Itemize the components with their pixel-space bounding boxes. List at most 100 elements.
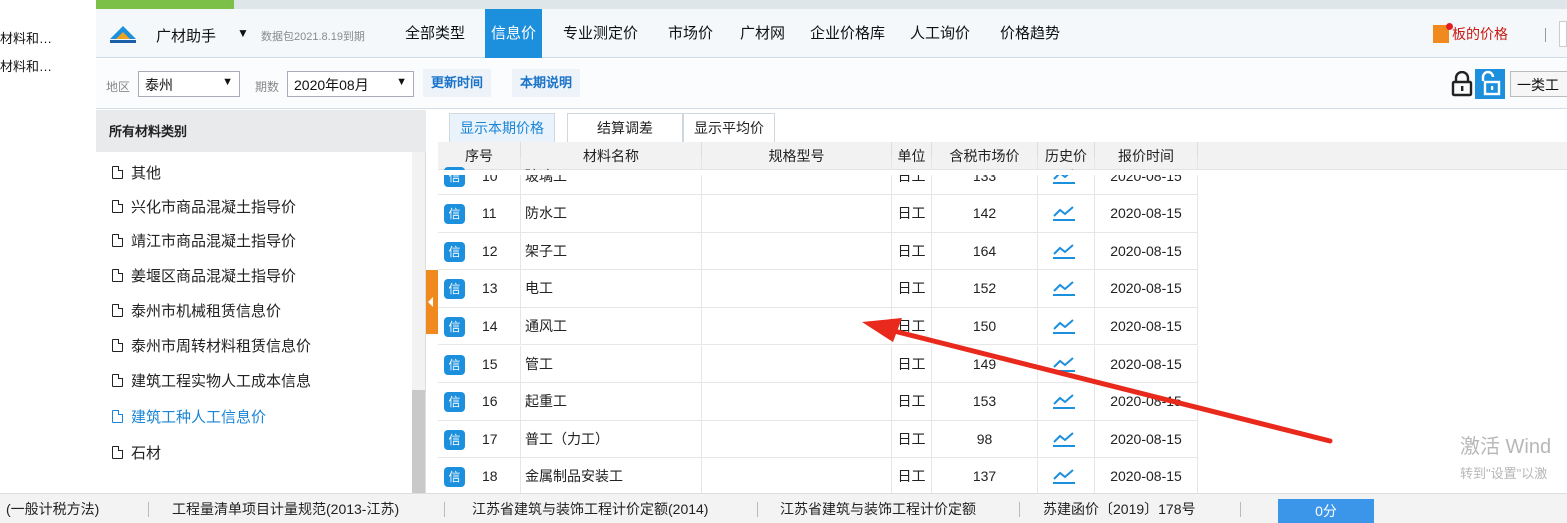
info-badge-icon: 信 xyxy=(444,316,465,337)
trend-chart-icon[interactable] xyxy=(1052,431,1076,447)
menu-market-price[interactable]: 市场价 xyxy=(662,9,719,58)
material-name: 防水工 xyxy=(521,195,702,233)
unit-cell: 日工 xyxy=(892,307,932,345)
menu-guangcai-net[interactable]: 广材网 xyxy=(734,9,791,58)
status-item[interactable]: 江苏省建筑与装饰工程计价定额(2014) xyxy=(472,494,708,523)
lock-icon[interactable] xyxy=(1450,71,1474,97)
menu-price-trend[interactable]: 价格趋势 xyxy=(994,9,1066,58)
row-no: 15 xyxy=(482,355,498,372)
left-strip-item[interactable]: 材料和… xyxy=(0,56,52,75)
table-row[interactable]: 信 16 起重工 日工 153 2020-08-15 xyxy=(438,383,1198,421)
row-no: 17 xyxy=(482,430,498,447)
active-window-tab[interactable] xyxy=(96,0,234,9)
chevron-down-icon: ▼ xyxy=(222,76,233,88)
category-item-selected[interactable]: 建筑工种人工信息价 xyxy=(112,406,266,427)
category-item[interactable]: 泰州市周转材料租赁信息价 xyxy=(112,335,311,356)
category-item[interactable]: 其他 xyxy=(112,162,161,183)
scrollbar-thumb[interactable] xyxy=(412,390,425,493)
region-select[interactable]: 泰州 ▼ xyxy=(138,71,240,97)
trend-chart-icon[interactable] xyxy=(1052,356,1076,372)
table-row[interactable]: 信 12 架子工 日工 164 2020-08-15 xyxy=(438,232,1198,271)
menu-all-types[interactable]: 全部类型 xyxy=(399,9,471,58)
unit-cell: 日工 xyxy=(892,270,932,308)
date-cell: 2020-08-15 xyxy=(1095,232,1198,270)
menu-info-price[interactable]: 信息价 xyxy=(485,9,543,58)
category-item[interactable]: 泰州市机械租赁信息价 xyxy=(112,300,281,321)
tab-average-price[interactable]: 显示平均价 xyxy=(683,113,775,142)
info-badge-icon: 信 xyxy=(444,204,465,225)
unlock-button[interactable] xyxy=(1475,69,1505,99)
status-item[interactable]: 江苏省建筑与装饰工程计价定额 xyxy=(780,494,976,523)
overflow-control[interactable] xyxy=(1559,21,1567,47)
table-row[interactable]: 信 17 普工（力工） 日工 98 2020-08-15 xyxy=(438,420,1198,459)
table-row[interactable]: 信 14 通风工 日工 150 2020-08-15 xyxy=(438,307,1198,346)
document-icon xyxy=(112,166,123,179)
divider xyxy=(148,502,149,517)
trend-chart-icon[interactable] xyxy=(1052,318,1076,334)
category-item[interactable]: 靖江市商品混凝土指导价 xyxy=(112,230,296,251)
category-item[interactable]: 姜堰区商品混凝土指导价 xyxy=(112,265,296,286)
trend-chart-icon[interactable] xyxy=(1052,205,1076,222)
table-row[interactable]: 信 11 防水工 日工 142 2020-08-15 xyxy=(438,195,1198,233)
row-no: 12 xyxy=(482,242,498,259)
table-row[interactable]: 信 10 玻璃工 日工 133 2020-08-15 xyxy=(438,157,1198,195)
price-cell: 137 xyxy=(932,458,1038,496)
category-button[interactable]: 一类工 xyxy=(1510,71,1567,97)
history-cell xyxy=(1038,345,1095,383)
trend-chart-icon[interactable] xyxy=(1052,243,1076,259)
promo-link[interactable]: 板的价格 xyxy=(1433,23,1508,44)
category-item[interactable]: 兴化市商品混凝土指导价 xyxy=(112,196,296,217)
row-no: 10 xyxy=(482,167,498,184)
document-icon xyxy=(112,410,123,423)
chevron-down-icon[interactable]: ▼ xyxy=(237,26,249,40)
trend-chart-icon[interactable] xyxy=(1052,468,1076,485)
category-panel-title: 所有材料类别 xyxy=(96,110,426,152)
app-name[interactable]: 广材助手 xyxy=(156,25,216,46)
info-badge-icon: 信 xyxy=(444,241,465,262)
trend-chart-icon[interactable] xyxy=(1052,393,1076,410)
status-item[interactable]: 工程量清单项目计量规范(2013-江苏) xyxy=(172,494,399,523)
period-note-button[interactable]: 本期说明 xyxy=(512,69,581,97)
document-icon xyxy=(112,200,123,213)
menu-manual-inquiry[interactable]: 人工询价 xyxy=(904,9,976,58)
filter-bar: 地区 泰州 ▼ 期数 2020年08月 ▼ 更新时间 本期说明 一类工 xyxy=(96,59,1567,109)
left-strip-item[interactable]: 材料和… xyxy=(0,28,52,47)
status-item[interactable]: 苏建函价〔2019〕178号 xyxy=(1043,494,1196,523)
spec-cell xyxy=(702,307,892,345)
menu-professional-price[interactable]: 专业测定价 xyxy=(557,9,644,58)
table-row[interactable]: 信 15 管工 日工 149 2020-08-15 xyxy=(438,345,1198,383)
info-badge-icon: 信 xyxy=(444,354,465,375)
table-row[interactable]: 信 13 电工 日工 152 2020-08-15 xyxy=(438,270,1198,308)
unit-cell: 日工 xyxy=(892,232,932,270)
period-label: 期数 xyxy=(255,80,280,94)
collapse-panel-button[interactable] xyxy=(426,270,438,334)
divider xyxy=(1019,502,1020,517)
trend-chart-icon[interactable] xyxy=(1052,280,1076,297)
table-row[interactable]: 信 18 金属制品安装工 日工 137 2020-08-15 xyxy=(438,458,1198,496)
info-badge-icon: 信 xyxy=(444,467,465,488)
info-badge-icon: 信 xyxy=(444,392,465,413)
status-item[interactable]: (一般计税方法) xyxy=(6,494,99,523)
date-cell: 2020-08-15 xyxy=(1095,195,1198,233)
row-no-cell: 信 12 xyxy=(438,232,521,270)
document-icon xyxy=(112,339,123,352)
update-time-button[interactable]: 更新时间 xyxy=(423,69,492,97)
period-select[interactable]: 2020年08月 ▼ xyxy=(287,71,414,97)
history-cell xyxy=(1038,458,1095,496)
score-badge[interactable]: 0分 xyxy=(1278,499,1374,523)
category-item[interactable]: 石材 xyxy=(112,442,161,463)
row-no-cell: 信 14 xyxy=(438,307,521,345)
unit-cell: 日工 xyxy=(892,157,932,195)
price-cell: 152 xyxy=(932,270,1038,308)
chevron-down-icon: ▼ xyxy=(396,76,407,88)
tab-settlement-adjust[interactable]: 结算调差 xyxy=(567,113,683,142)
divider xyxy=(757,502,758,517)
row-no-cell: 信 13 xyxy=(438,270,521,308)
category-item[interactable]: 建筑工程实物人工成本信息 xyxy=(112,370,311,391)
date-cell: 2020-08-15 xyxy=(1095,157,1198,195)
region-label: 地区 xyxy=(106,80,131,94)
row-no: 16 xyxy=(482,393,498,410)
view-tabs: 显示本期价格 结算调差 显示平均价 xyxy=(438,110,1567,142)
tab-current-price[interactable]: 显示本期价格 xyxy=(449,113,555,142)
menu-enterprise-price-lib[interactable]: 企业价格库 xyxy=(804,9,891,58)
